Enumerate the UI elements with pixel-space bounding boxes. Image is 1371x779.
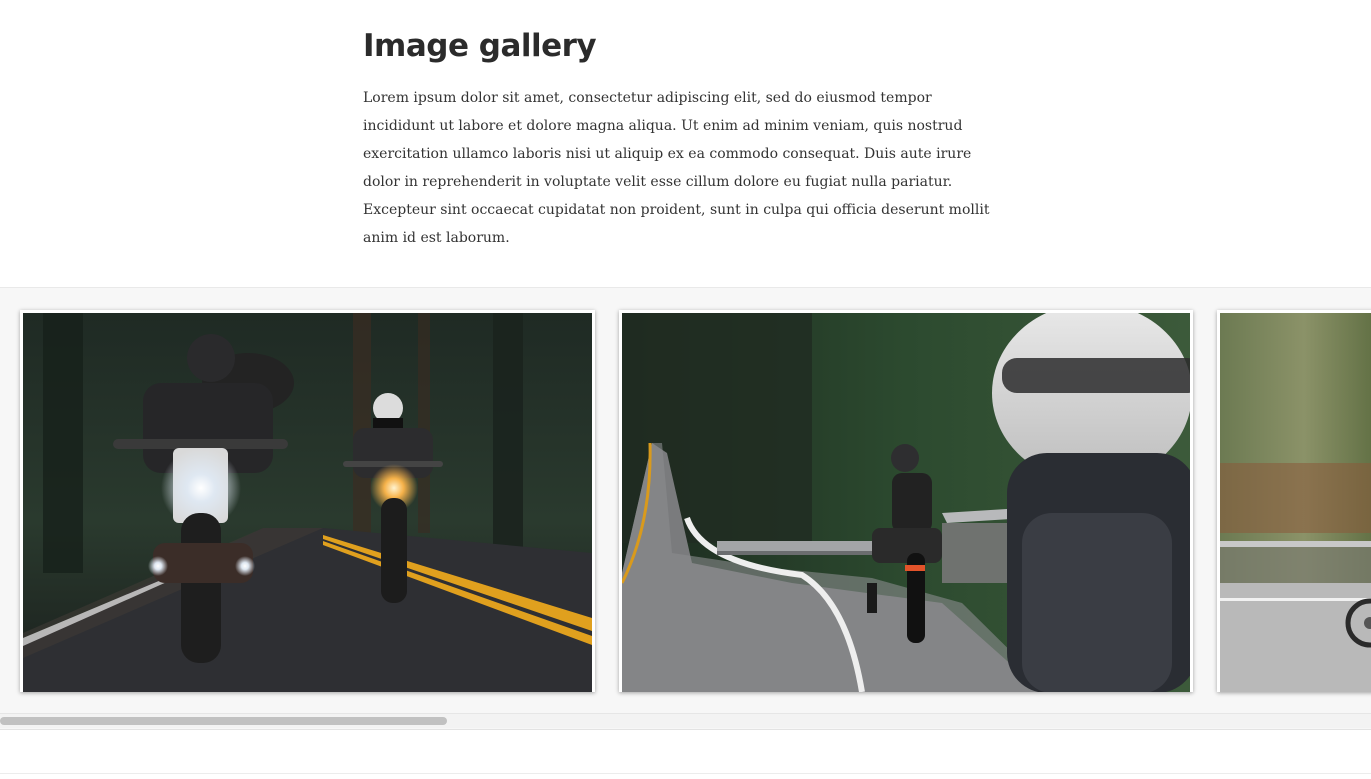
gallery-image-3[interactable] (1217, 310, 1371, 692)
image-gallery[interactable] (0, 287, 1371, 730)
gallery-image-1[interactable] (20, 310, 595, 692)
divider (0, 773, 1371, 774)
gallery-scrollbar[interactable] (0, 713, 1371, 728)
page-title: Image gallery (363, 28, 597, 64)
body-paragraph: Lorem ipsum dolor sit amet, consectetur … (363, 90, 990, 246)
motorcycle-photo-2 (622, 313, 1190, 692)
motorcycle-photo-1 (23, 313, 592, 692)
motorcycle-photo-3 (1220, 313, 1371, 692)
scrollbar-thumb[interactable] (0, 717, 447, 725)
article-content: Image gallery Lorem ipsum dolor sit amet… (363, 28, 1003, 252)
gallery-image-2[interactable] (619, 310, 1193, 692)
